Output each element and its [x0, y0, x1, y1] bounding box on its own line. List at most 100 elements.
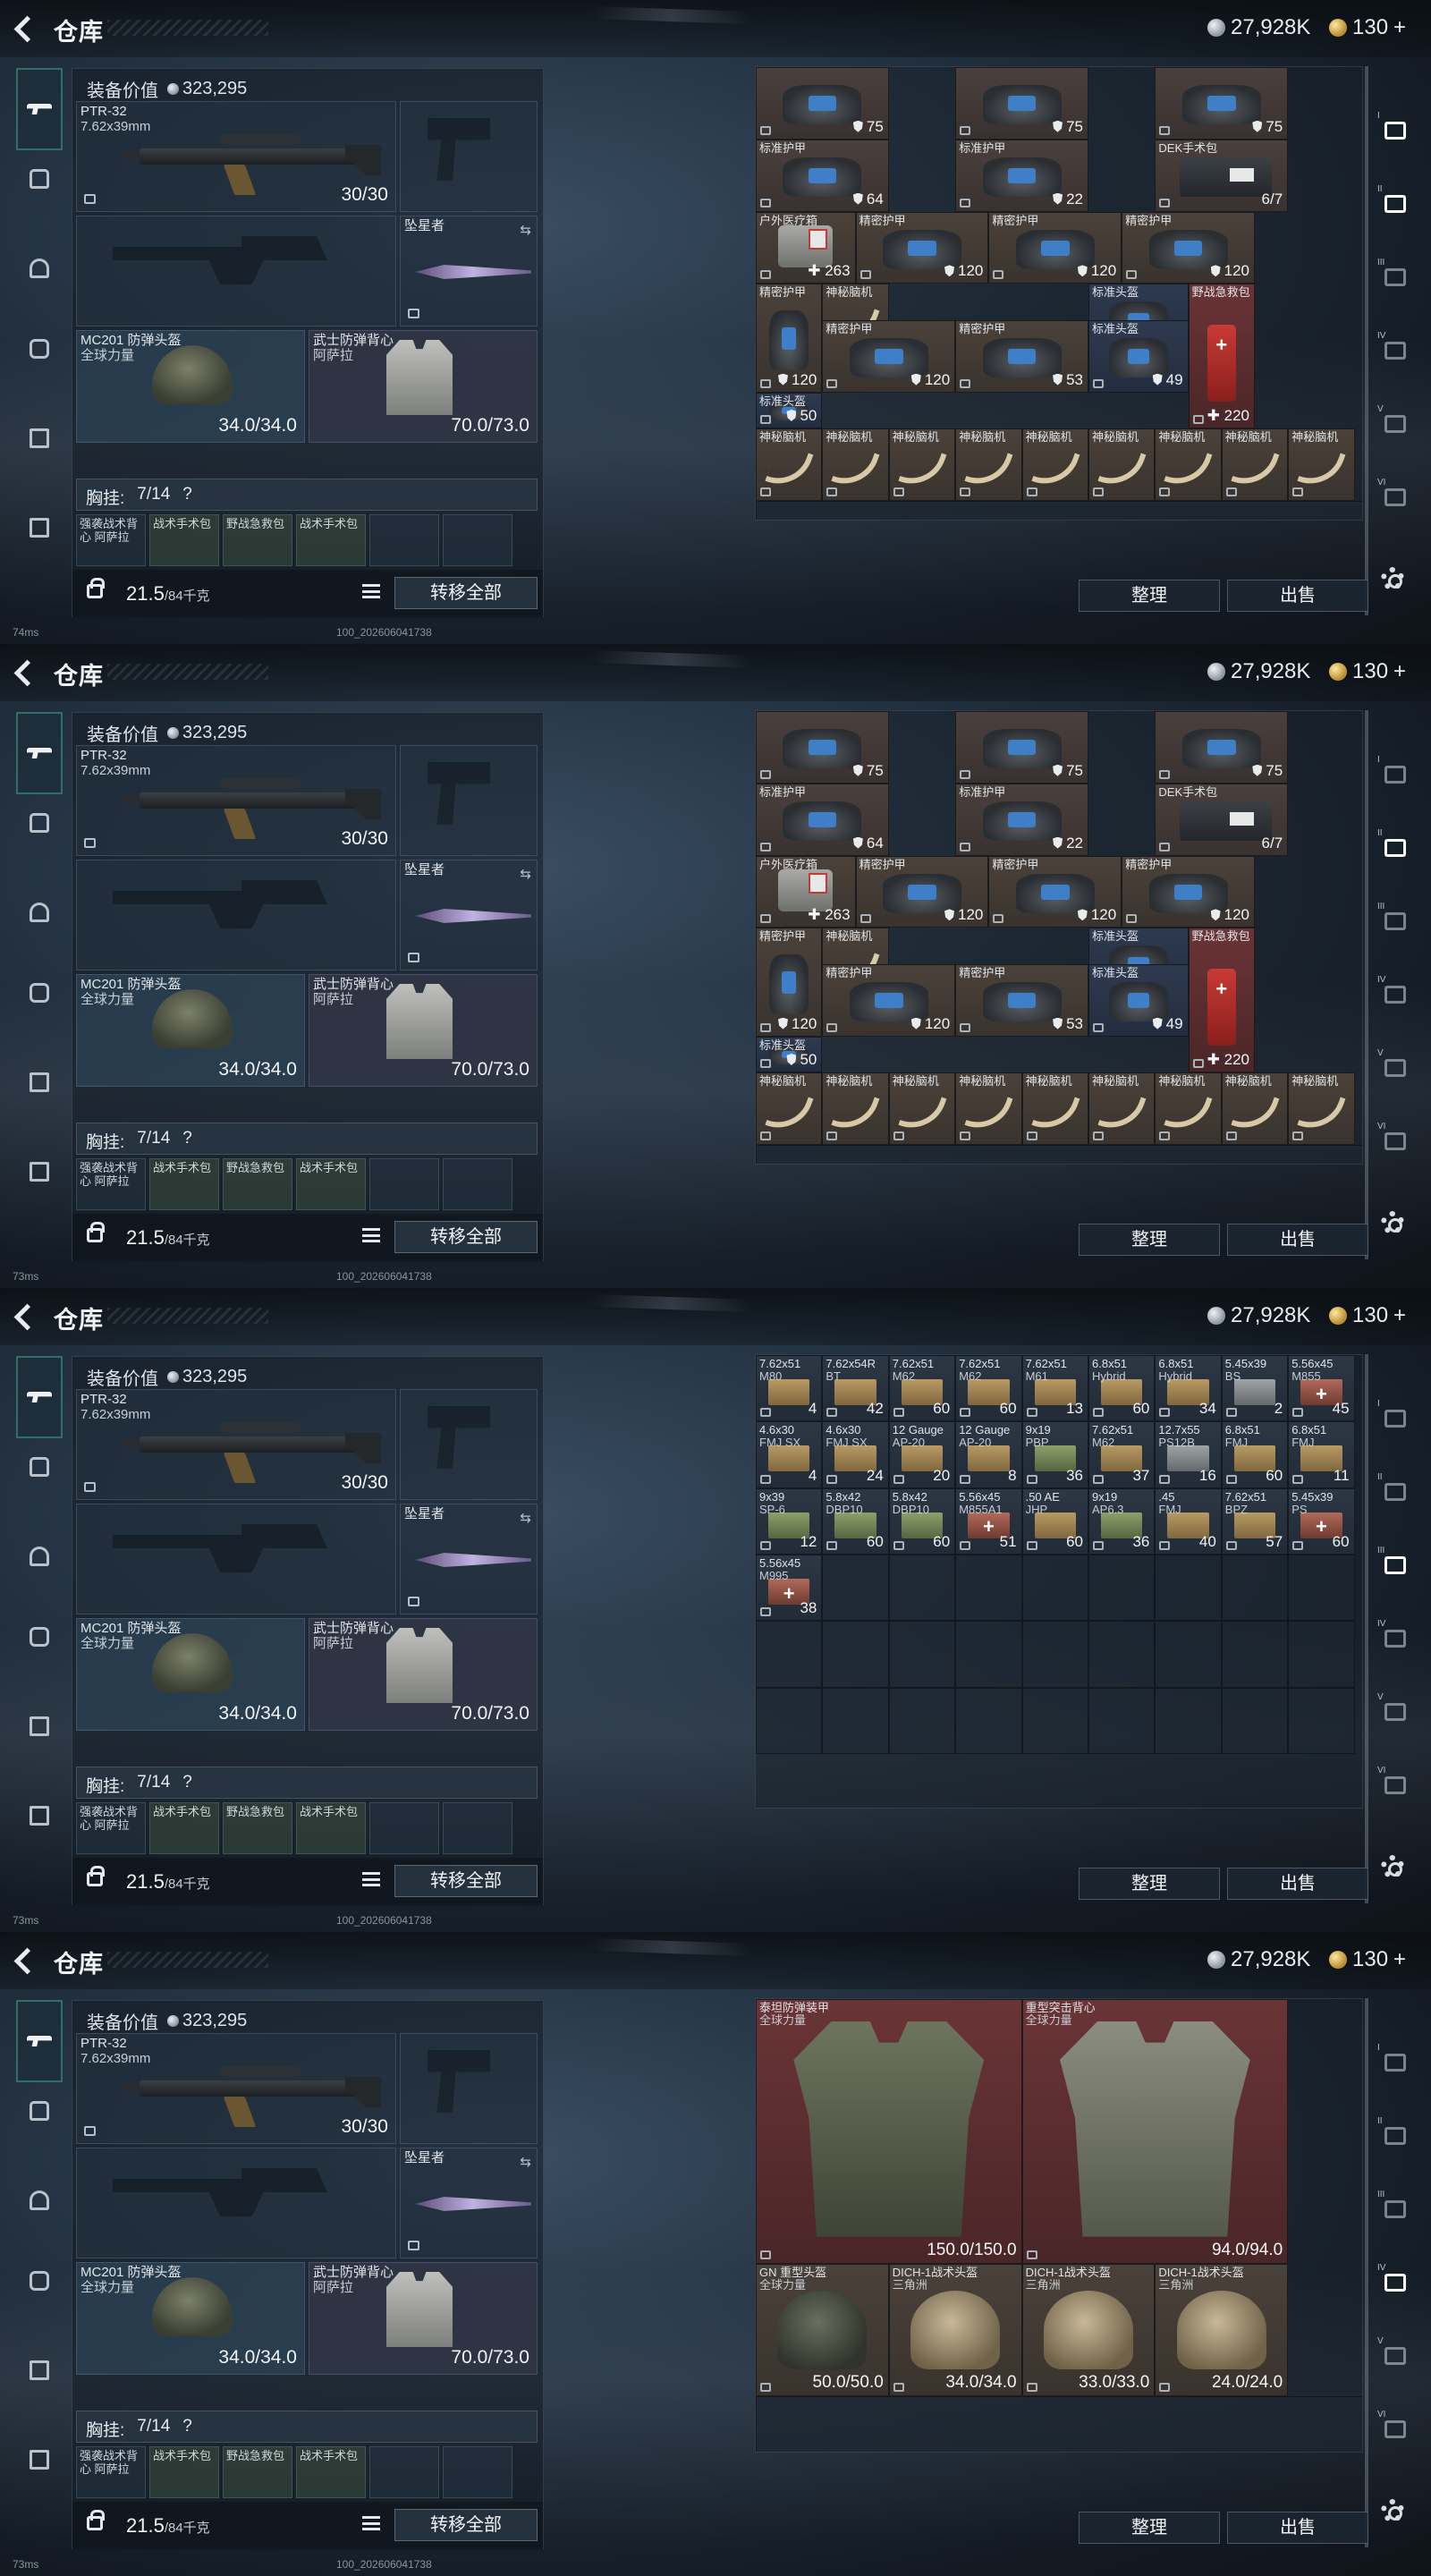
swap-icon[interactable]: ⇆ [520, 866, 531, 882]
inventory-item[interactable]: 泰坦防弹装甲 全球力量 150.0/150.0 [756, 1999, 1022, 2264]
nav-item-6[interactable] [18, 1150, 61, 1193]
ammo-item[interactable]: 5.56x45M995 38 [756, 1555, 823, 1622]
list-icon[interactable] [362, 1872, 380, 1886]
chest-rig-cell[interactable]: 战术手术包 [296, 2446, 366, 2498]
sell-button[interactable]: 出售 [1227, 2512, 1368, 2544]
nav-item-5[interactable] [18, 2349, 61, 2392]
sell-button[interactable]: 出售 [1227, 1224, 1368, 1256]
transfer-all-button[interactable]: 转移全部 [394, 1865, 538, 1897]
ammo-item[interactable]: 7.62x51 M62 37 [1088, 1421, 1156, 1488]
ammo-item[interactable]: 12 Gauge AP-20 8 [955, 1421, 1022, 1488]
nav-item-2[interactable] [18, 157, 61, 200]
chest-rig-cell[interactable] [443, 1158, 512, 1210]
container-tab-5[interactable]: V [1377, 1048, 1413, 1084]
inventory-item[interactable]: 75 [1155, 711, 1289, 784]
container-tab-1[interactable]: I [1377, 111, 1413, 147]
nav-item-3[interactable] [18, 2179, 61, 2222]
container-tab-2[interactable]: II [1377, 828, 1413, 864]
transfer-all-button[interactable]: 转移全部 [394, 577, 538, 609]
chest-rig-cell[interactable]: 强袭战术背心 阿萨拉 [76, 514, 146, 566]
inventory-item[interactable]: 标准头盔 49 [1088, 963, 1189, 1037]
inventory-item[interactable]: DEK手术包 6/7 [1155, 139, 1289, 212]
inventory-item[interactable]: 精密护甲 53 [955, 319, 1088, 393]
inventory-item[interactable]: 标准护甲 22 [955, 139, 1088, 212]
inventory-item[interactable]: DICH-1战术头盔 三角洲 34.0/34.0 [888, 2264, 1022, 2396]
nav-item-4[interactable] [18, 2259, 61, 2302]
gold-plus-button[interactable]: + [1393, 1947, 1406, 1972]
silver-currency[interactable]: 27,928K [1207, 1947, 1310, 1972]
lock-icon[interactable] [87, 2510, 105, 2530]
inventory-scrollbar[interactable] [1365, 710, 1368, 1259]
container-tab-3[interactable]: III [1377, 902, 1413, 937]
ammo-item[interactable]: 4.6x30 FMJ SX 24 [822, 1421, 889, 1488]
vest-slot[interactable]: 武士防弹背心 阿萨拉 70.0/73.0 [309, 974, 538, 1087]
primary-weapon-slot[interactable]: PTR-32 7.62x39mm 30/30 [76, 101, 396, 212]
nav-item-2[interactable] [18, 1445, 61, 1488]
ammo-item[interactable]: 7.62x51 M80 4 [756, 1355, 823, 1422]
sort-button[interactable]: 整理 [1079, 2512, 1220, 2544]
inventory-item[interactable]: GN 重型头盔 全球力量 50.0/50.0 [756, 2264, 889, 2396]
nav-item-6[interactable] [18, 1794, 61, 1837]
sidearm-slot[interactable] [400, 2033, 538, 2144]
nav-item-6[interactable] [18, 2438, 61, 2481]
lock-icon[interactable] [87, 578, 105, 598]
inventory-item[interactable]: 75 [955, 67, 1088, 140]
inventory-item[interactable]: DICH-1战术头盔 三角洲 24.0/24.0 [1155, 2264, 1289, 2396]
gold-currency[interactable]: 130 + [1329, 15, 1406, 40]
inventory-item[interactable]: 神秘脑机 [888, 1072, 956, 1145]
chest-rig-cell[interactable]: 战术手术包 [149, 1802, 219, 1854]
lock-icon[interactable] [87, 1866, 105, 1886]
melee-slot[interactable]: 坠星者 ⇆ [400, 1504, 538, 1614]
inventory-item[interactable]: 神秘脑机 [1021, 1072, 1088, 1145]
nav-item-5[interactable] [18, 1705, 61, 1748]
helmet-slot[interactable]: MC201 防弹头盔 全球力量 34.0/34.0 [76, 974, 305, 1087]
vest-slot[interactable]: 武士防弹背心 阿萨拉 70.0/73.0 [309, 1618, 538, 1731]
container-tab-3[interactable]: III [1377, 2190, 1413, 2225]
inventory-item[interactable]: 精密护甲 120 [1122, 211, 1255, 284]
chest-rig-cell[interactable]: 战术手术包 [149, 2446, 219, 2498]
inventory-item[interactable]: 精密护甲 120 [1122, 855, 1255, 928]
ammo-item[interactable]: .50 AE JHP 60 [1021, 1487, 1088, 1555]
nav-item-3[interactable] [18, 891, 61, 934]
ammo-item[interactable]: 5.45x39PS 60 [1288, 1487, 1355, 1555]
sidearm-slot[interactable] [400, 101, 538, 212]
inventory-item[interactable]: 精密护甲 120 [756, 284, 823, 393]
silver-currency[interactable]: 27,928K [1207, 659, 1310, 684]
nav-item-3[interactable] [18, 247, 61, 290]
inventory-item[interactable]: 精密护甲 120 [988, 855, 1122, 928]
chest-rig-cell[interactable] [369, 2446, 439, 2498]
nav-item-4[interactable] [18, 327, 61, 370]
swap-icon[interactable]: ⇆ [520, 2154, 531, 2170]
ammo-item[interactable]: 7.62x51 BPZ 57 [1221, 1487, 1289, 1555]
transfer-all-button[interactable]: 转移全部 [394, 2509, 538, 2541]
sort-button[interactable]: 整理 [1079, 1868, 1220, 1900]
sidearm-slot[interactable] [400, 1389, 538, 1500]
inventory-item[interactable]: 神秘脑机 [756, 428, 823, 501]
sidearm-slot[interactable] [400, 745, 538, 856]
container-tab-1[interactable]: I [1377, 755, 1413, 791]
container-tab-6[interactable]: VI [1377, 1766, 1413, 1801]
inventory-item[interactable]: 野战急救包 ✚ 220 [1188, 928, 1255, 1072]
inventory-item[interactable]: 户外医疗箱 ✚ 263 [756, 211, 856, 284]
inventory-item[interactable]: 精密护甲 120 [988, 211, 1122, 284]
nav-item-2[interactable] [18, 2089, 61, 2132]
chest-rig-cell[interactable] [369, 514, 439, 566]
inventory-item[interactable]: 75 [1155, 67, 1289, 140]
help-icon[interactable]: ? [182, 485, 195, 504]
sort-button[interactable]: 整理 [1079, 580, 1220, 612]
ammo-item[interactable]: 6.8x51 FMJ 11 [1288, 1421, 1355, 1488]
container-tab-2[interactable]: II [1377, 2116, 1413, 2152]
primary-weapon-slot[interactable]: PTR-32 7.62x39mm 30/30 [76, 2033, 396, 2144]
help-icon[interactable]: ? [182, 1773, 195, 1792]
inventory-item[interactable]: 精密护甲 120 [822, 319, 956, 393]
inventory-scrollbar[interactable] [1365, 1998, 1368, 2547]
gold-currency[interactable]: 130 + [1329, 1303, 1406, 1328]
settings-gear-icon[interactable] [1381, 1855, 1404, 1878]
nav-item-3[interactable] [18, 1535, 61, 1578]
inventory-item[interactable]: 神秘脑机 [1021, 428, 1088, 501]
container-tab-1[interactable]: I [1377, 1399, 1413, 1435]
primary-weapon-slot[interactable]: PTR-32 7.62x39mm 30/30 [76, 745, 396, 856]
container-tab-6[interactable]: VI [1377, 478, 1413, 513]
chest-rig-header[interactable]: 胸挂: 7/14? [76, 2411, 538, 2443]
inventory-item[interactable]: 神秘脑机 [1221, 1072, 1289, 1145]
